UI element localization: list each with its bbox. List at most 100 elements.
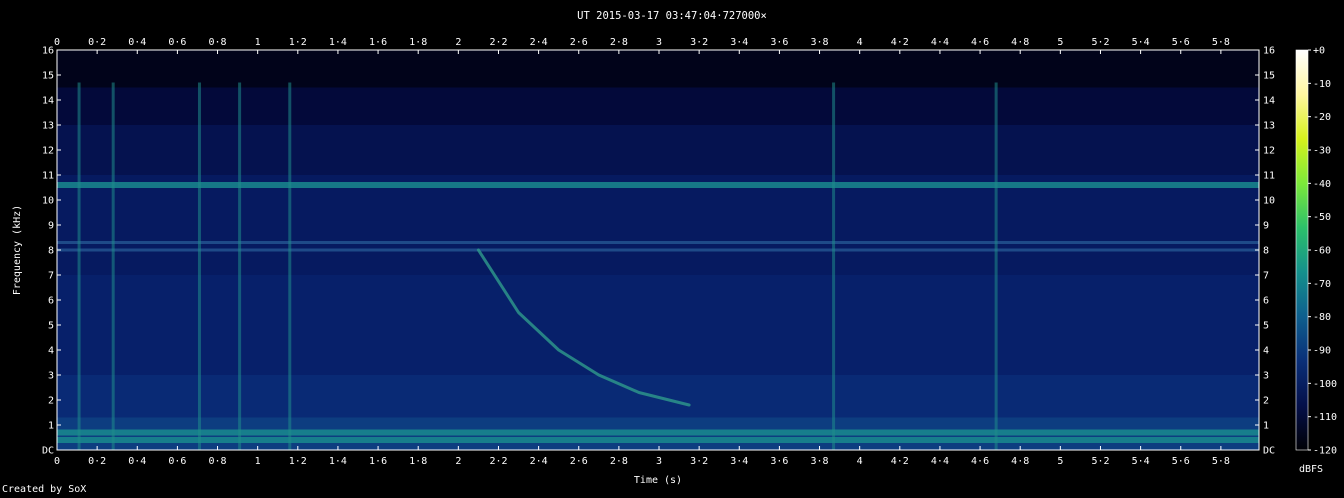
x-tick-label-top: 4·2 xyxy=(891,37,909,48)
colorbar-tick-label: +0 xyxy=(1313,46,1325,57)
x-tick-label-bottom: 4·4 xyxy=(931,456,949,467)
x-tick-label-top: 0·2 xyxy=(88,37,106,48)
colorbar-tick-label: -60 xyxy=(1313,246,1331,257)
x-tick-label-bottom: 4 xyxy=(857,456,863,467)
y-tick-label-right: 8 xyxy=(1263,246,1269,257)
impulse-line xyxy=(994,82,998,450)
tone-line xyxy=(57,182,1259,188)
x-tick-label-bottom: 1·2 xyxy=(289,456,307,467)
chart-title: UT 2015-03-17 03:47:04·727000× xyxy=(577,10,767,22)
x-tick-label-top: 5·6 xyxy=(1172,37,1190,48)
impulse-line xyxy=(288,82,292,450)
y-tick-label-left: 2 xyxy=(48,396,54,407)
credit-text: Created by SoX xyxy=(2,484,87,495)
y-tick-label-right: 2 xyxy=(1263,396,1269,407)
colorbar-tick-label: -70 xyxy=(1313,279,1331,290)
y-tick-label-left: 13 xyxy=(42,121,54,132)
x-tick-label-bottom: 1 xyxy=(255,456,261,467)
x-tick-label-bottom: 5·4 xyxy=(1132,456,1150,467)
y-tick-label-right: 16 xyxy=(1263,46,1275,57)
impulse-line xyxy=(111,82,115,450)
y-tick-label-right: DC xyxy=(1263,446,1275,457)
x-tick-label-top: 2 xyxy=(455,37,461,48)
x-tick-label-top: 3·4 xyxy=(730,37,748,48)
x-tick-label-top: 5 xyxy=(1057,37,1063,48)
x-tick-label-top: 2·4 xyxy=(530,37,548,48)
noise-band xyxy=(57,125,1259,175)
x-tick-label-top: 0·6 xyxy=(168,37,186,48)
x-tick-label-top: 2·8 xyxy=(610,37,628,48)
y-tick-label-right: 3 xyxy=(1263,371,1269,382)
y-tick-label-right: 11 xyxy=(1263,171,1275,182)
y-tick-label-right: 9 xyxy=(1263,221,1269,232)
y-tick-label-left: 7 xyxy=(48,271,54,282)
y-tick-label-left: 11 xyxy=(42,171,54,182)
y-tick-label-left: 3 xyxy=(48,371,54,382)
colorbar-tick-label: -10 xyxy=(1313,79,1331,90)
y-tick-label-left: 8 xyxy=(48,246,54,257)
colorbar-tick-label: -100 xyxy=(1313,379,1337,390)
x-tick-label-top: 1 xyxy=(255,37,261,48)
colorbar xyxy=(1296,50,1308,450)
x-tick-label-bottom: 2·6 xyxy=(570,456,588,467)
x-tick-label-top: 4·8 xyxy=(1011,37,1029,48)
x-tick-label-top: 3·8 xyxy=(811,37,829,48)
x-tick-label-bottom: 0·6 xyxy=(168,456,186,467)
x-tick-label-top: 1·4 xyxy=(329,37,347,48)
colorbar-tick-label: -30 xyxy=(1313,146,1331,157)
colorbar-tick-label: -40 xyxy=(1313,179,1331,190)
x-tick-label-bottom: 2·4 xyxy=(530,456,548,467)
y-tick-label-left: 15 xyxy=(42,71,54,82)
impulse-line xyxy=(832,82,836,450)
y-tick-label-right: 6 xyxy=(1263,296,1269,307)
x-tick-label-bottom: 3·4 xyxy=(730,456,748,467)
x-tick-label-top: 3·6 xyxy=(770,37,788,48)
y-tick-label-right: 15 xyxy=(1263,71,1275,82)
x-tick-label-bottom: 3·2 xyxy=(690,456,708,467)
colorbar-tick-label: -120 xyxy=(1313,446,1337,457)
x-tick-label-bottom: 2·8 xyxy=(610,456,628,467)
x-tick-label-top: 4 xyxy=(857,37,863,48)
colorbar-tick-label: -50 xyxy=(1313,212,1331,223)
x-tick-label-top: 5·4 xyxy=(1132,37,1150,48)
tone-line xyxy=(57,241,1259,244)
y-tick-label-left: 1 xyxy=(48,421,54,432)
y-tick-label-left: DC xyxy=(42,446,54,457)
y-tick-label-right: 5 xyxy=(1263,321,1269,332)
colorbar-ticks: +0 -10 -20 -30 -40 -50 -60 -70 -80 -90 -100 -110 -12… xyxy=(1308,46,1337,457)
x-tick-label-bottom: 1·6 xyxy=(369,456,387,467)
x-tick-label-bottom: 1·8 xyxy=(409,456,427,467)
noise-band xyxy=(57,275,1259,375)
x-tick-label-top: 2·2 xyxy=(489,37,507,48)
y-tick-label-left: 14 xyxy=(42,96,54,107)
x-tick-label-top: 0·8 xyxy=(209,37,227,48)
x-tick-label-bottom: 3 xyxy=(656,456,662,467)
x-tick-label-bottom: 3·6 xyxy=(770,456,788,467)
x-tick-label-top: 4·4 xyxy=(931,37,949,48)
x-tick-label-top: 0 xyxy=(54,37,60,48)
y-tick-label-left: 12 xyxy=(42,146,54,157)
x-tick-label-bottom: 4·2 xyxy=(891,456,909,467)
x-tick-label-bottom: 5·8 xyxy=(1212,456,1230,467)
x-tick-label-top: 1·2 xyxy=(289,37,307,48)
colorbar-label: dBFS xyxy=(1299,464,1323,475)
x-tick-label-bottom: 5 xyxy=(1057,456,1063,467)
x-tick-label-bottom: 4·6 xyxy=(971,456,989,467)
x-tick-label-bottom: 3·8 xyxy=(811,456,829,467)
x-tick-label-bottom: 0·4 xyxy=(128,456,146,467)
y-tick-label-left: 9 xyxy=(48,221,54,232)
y-tick-label-left: 10 xyxy=(42,196,54,207)
noise-band xyxy=(57,50,1259,88)
x-tick-label-bottom: 0·8 xyxy=(209,456,227,467)
x-tick-label-top: 1·8 xyxy=(409,37,427,48)
y-tick-label-right: 13 xyxy=(1263,121,1275,132)
y-tick-label-right: 1 xyxy=(1263,421,1269,432)
x-tick-label-bottom: 2·2 xyxy=(489,456,507,467)
y-axis-label: Frequency (kHz) xyxy=(12,205,23,295)
spectrogram-figure: UT 2015-03-17 03:47:04·727000× 0 0·2 0·4 0·… xyxy=(12,10,1337,486)
x-tick-label-top: 3·2 xyxy=(690,37,708,48)
x-tick-label-top: 0·4 xyxy=(128,37,146,48)
colorbar-tick-label: -110 xyxy=(1313,412,1337,423)
tone-line xyxy=(57,437,1259,443)
impulse-line xyxy=(197,82,201,450)
